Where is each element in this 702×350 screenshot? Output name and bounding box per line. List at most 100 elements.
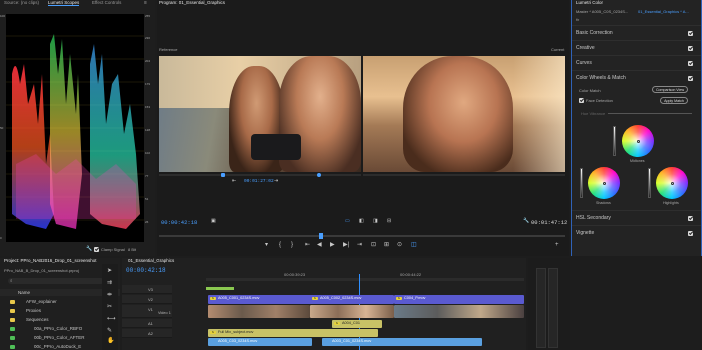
color-wheels-row[interactable]: Color Wheels & Match: [572, 70, 701, 85]
program-title[interactable]: Program: 01_Essential_Graphics: [159, 0, 225, 6]
hand-tool-icon[interactable]: ✋: [107, 338, 114, 344]
timeline-clip[interactable]: fx C004_P.mov: [394, 295, 524, 304]
sequence-clip-label[interactable]: 01_Essential_Graphics * A...: [638, 9, 689, 14]
track-select-tool-icon[interactable]: ⇉: [107, 280, 112, 286]
tab-source[interactable]: Source: (no clips): [4, 0, 39, 6]
highlights-wheel[interactable]: [656, 167, 688, 199]
timeline-clip[interactable]: fx A005_C002_0234S.mov: [310, 295, 394, 304]
ripple-edit-tool-icon[interactable]: ⇹: [107, 292, 112, 298]
timeline-clip[interactable]: fx Full Mix_subject.mov: [208, 329, 378, 337]
highlights-puck[interactable]: [670, 181, 674, 185]
step-forward-icon[interactable]: ▶|: [343, 242, 349, 248]
track-v3[interactable]: V3: [122, 285, 172, 294]
go-to-in-icon[interactable]: ⇤: [305, 242, 310, 248]
track-v1[interactable]: V1 Video 1: [122, 305, 172, 318]
safe-margins-icon[interactable]: ▣: [211, 218, 216, 224]
add-button-icon[interactable]: +: [555, 242, 559, 248]
panel-menu-icon[interactable]: ≡: [144, 0, 147, 6]
shadows-wheel[interactable]: [588, 167, 620, 199]
wipe-icon[interactable]: ⊟: [387, 218, 391, 224]
reference-step-back-icon[interactable]: ⇤: [232, 178, 236, 184]
creative-checkbox[interactable]: [688, 46, 693, 51]
color-wheels-checkbox[interactable]: [688, 76, 693, 81]
mark-in-icon[interactable]: {: [279, 242, 281, 248]
comparison-toggle-icon[interactable]: ◫: [411, 242, 417, 248]
program-playhead[interactable]: [319, 233, 323, 239]
wrench-icon[interactable]: 🔧: [86, 246, 92, 252]
timeline-clip[interactable]: fx A004_C01: [332, 320, 382, 328]
comparison-view-button[interactable]: Comparison View: [652, 86, 688, 93]
split-view-icon[interactable]: ◨: [373, 218, 378, 224]
go-to-out-icon[interactable]: ⇥: [357, 242, 362, 248]
bit-depth-select[interactable]: 8 Bit: [128, 247, 136, 252]
export-frame-icon[interactable]: ⊙: [397, 242, 402, 248]
current-scrubber-handle[interactable]: [317, 173, 321, 177]
pen-tool-icon[interactable]: ✎: [107, 328, 112, 334]
master-clip-label[interactable]: Master * A005_C0S_0234S...: [576, 9, 628, 14]
tab-lumetri-scopes[interactable]: Lumetri Scopes: [48, 0, 80, 6]
settings-wrench-icon[interactable]: 🔧: [523, 218, 529, 224]
marker-icon[interactable]: ▾: [265, 242, 268, 248]
mark-out-icon[interactable]: }: [291, 242, 293, 248]
midtones-slider[interactable]: [613, 126, 616, 156]
graphic-bar[interactable]: [206, 287, 234, 290]
vignette-row[interactable]: Vignette: [572, 225, 701, 240]
shadows-puck[interactable]: [602, 181, 606, 185]
timeline-ruler[interactable]: [206, 278, 524, 281]
timeline-clip-video[interactable]: [208, 305, 310, 318]
highlights-slider[interactable]: [648, 168, 651, 198]
program-monitor: Program: 01_Essential_Graphics Reference…: [157, 0, 569, 256]
current-scrubber[interactable]: [317, 173, 565, 177]
basic-correction-row[interactable]: Basic Correction: [572, 25, 701, 40]
midtones-label: Midtones: [630, 159, 645, 163]
overwrite-icon[interactable]: ⊞: [384, 242, 389, 248]
reference-scrubber[interactable]: [159, 173, 361, 177]
apply-match-button[interactable]: Apply Match: [660, 97, 688, 104]
track-v2[interactable]: V2: [122, 295, 172, 304]
project-search-field[interactable]: ⌕: [8, 278, 104, 284]
sequence-tab[interactable]: 01_Essential_Graphics: [128, 258, 174, 264]
step-back-icon[interactable]: ◀: [317, 242, 322, 248]
tab-lumetri-color[interactable]: Lumetri Color: [576, 0, 603, 6]
timeline-clip[interactable]: A003_C01_0234S.mov: [322, 338, 482, 346]
hue-slider[interactable]: [608, 113, 692, 114]
midtones-puck[interactable]: [636, 139, 640, 143]
curves-row[interactable]: Curves: [572, 55, 701, 70]
selection-tool-icon[interactable]: ➤: [107, 268, 112, 274]
program-timecode[interactable]: 00:00:42:18: [161, 219, 197, 226]
side-by-side-icon[interactable]: ◧: [359, 218, 364, 224]
curves-checkbox[interactable]: [688, 61, 693, 66]
track-a1[interactable]: A1: [122, 319, 172, 328]
project-tab[interactable]: Project: PPro_NAB2016_Drop_01_screenshot: [4, 258, 97, 264]
hsl-secondary-row[interactable]: HSL Secondary: [572, 210, 701, 225]
program-scrubber[interactable]: [159, 233, 565, 239]
creative-row[interactable]: Creative: [572, 40, 701, 55]
timeline-clip-video[interactable]: [310, 305, 394, 318]
name-column-header[interactable]: Name: [18, 290, 30, 295]
reference-scrubber-handle[interactable]: [221, 173, 225, 177]
face-detection-checkbox[interactable]: [579, 98, 584, 103]
timeline-timecode[interactable]: 00:00:42:18: [126, 267, 166, 274]
play-icon[interactable]: ▶: [330, 242, 335, 248]
shadows-slider[interactable]: [580, 168, 583, 198]
audio-meter-right: [548, 268, 558, 348]
reference-timecode[interactable]: 00:01:27:02: [244, 179, 274, 184]
slip-tool-icon[interactable]: ⟷: [107, 316, 116, 322]
track-a2[interactable]: A2: [122, 329, 172, 338]
current-label: Current: [551, 47, 565, 52]
basic-correction-checkbox[interactable]: [688, 31, 693, 36]
reference-step-forward-icon[interactable]: ⇥: [274, 178, 278, 184]
timeline-clip[interactable]: fx A005_C001_0234S.mov: [208, 295, 312, 304]
razor-tool-icon[interactable]: ✂: [107, 304, 112, 310]
hsl-secondary-checkbox[interactable]: [688, 216, 693, 221]
clamp-signal-checkbox[interactable]: [94, 247, 99, 252]
comparison-view-icon[interactable]: ▭: [345, 218, 350, 224]
vignette-checkbox[interactable]: [688, 231, 693, 236]
timeline-clip[interactable]: A005_C03_0234S.mov: [208, 338, 312, 346]
reference-image: [159, 56, 361, 172]
insert-icon[interactable]: ⊡: [371, 242, 376, 248]
tab-effect-controls[interactable]: Effect Controls: [92, 0, 121, 6]
reference-label: Reference: [159, 47, 178, 52]
midtones-wheel[interactable]: [622, 125, 654, 157]
timeline-clip-video[interactable]: [394, 305, 524, 318]
